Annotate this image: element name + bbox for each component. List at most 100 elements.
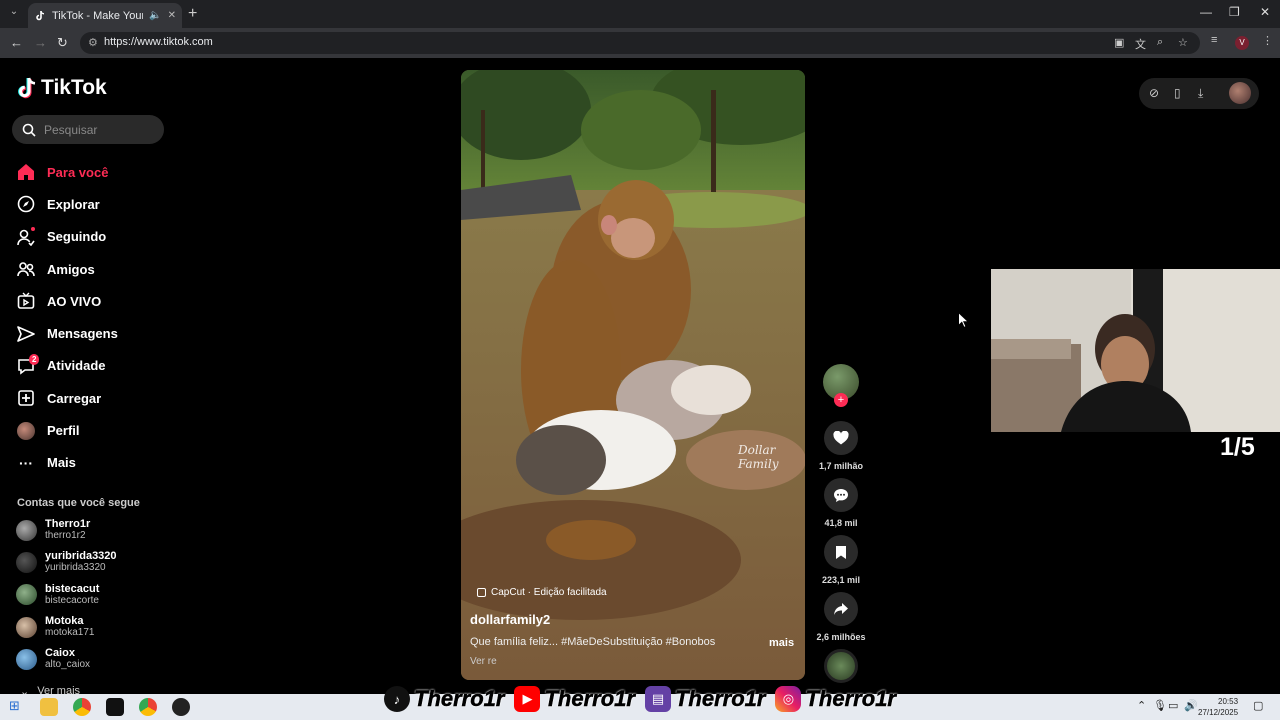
tiktok-social-icon: ♪	[384, 686, 410, 712]
search-box[interactable]	[12, 115, 164, 144]
download-icon[interactable]: ⤓	[1198, 86, 1203, 101]
share-button[interactable]	[824, 592, 858, 626]
following-section-title: Contas que você segue	[17, 497, 140, 509]
avatar	[16, 584, 37, 606]
social-name: Therro1r	[544, 686, 635, 712]
follow-handle: bistecacorte	[45, 594, 99, 606]
zoom-icon[interactable]: ⌕	[1157, 36, 1163, 49]
tab-close-icon[interactable]: ✕	[168, 10, 176, 21]
profile-avatar-icon[interactable]: V	[1235, 36, 1249, 50]
list-item[interactable]: bistecacut bistecacorte	[16, 579, 166, 611]
follow-text: bistecacut bistecacorte	[45, 583, 99, 607]
clock-date: 27/12/2025	[1198, 708, 1239, 717]
forward-icon[interactable]: →	[34, 35, 47, 50]
tab-audio-icon[interactable]: 🔈	[149, 10, 161, 21]
sidebar-item-seguindo[interactable]: Seguindo	[17, 221, 167, 253]
sidebar-item-ao-vivo[interactable]: AO VIVO	[17, 285, 167, 317]
tiktok-app-icon[interactable]	[106, 698, 124, 716]
clock-time: 20:53	[1218, 697, 1239, 706]
avatar	[16, 648, 37, 670]
send-icon	[17, 325, 35, 343]
reload-icon[interactable]: ↻	[57, 35, 68, 51]
browser-toolbar: ← → ↻ ⚙ https://www.tiktok.com ▣ 文 ⌕ ☆ ≡…	[0, 28, 1280, 58]
follow-handle: alto_caiox	[45, 659, 91, 671]
save-count: 223,1 mil	[821, 575, 861, 585]
search-icon	[22, 123, 36, 137]
music-disc-avatar[interactable]	[824, 649, 858, 683]
windows-start-icon[interactable]: ⊞	[9, 698, 27, 716]
address-bar[interactable]: ⚙ https://www.tiktok.com ▣ 文 ⌕ ☆	[80, 32, 1200, 54]
sidebar-item-explorar[interactable]: Explorar	[17, 188, 167, 220]
sidebar-item-perfil[interactable]: Perfil	[17, 414, 167, 446]
live-tv-icon	[17, 292, 35, 310]
list-item[interactable]: yuribrida3320 yuribrida3320	[16, 546, 166, 578]
more-icon: ···	[19, 454, 33, 471]
mobile-app-icon[interactable]: ▯	[1174, 86, 1181, 100]
notification-icon[interactable]: ▢	[1253, 699, 1263, 712]
description-more-link[interactable]: mais	[769, 637, 794, 649]
site-info-icon[interactable]: ⚙	[88, 36, 98, 49]
video-watermark: Dollar Family	[738, 443, 779, 471]
restore-icon[interactable]: ❐	[1229, 5, 1240, 19]
see-translation-link[interactable]: Ver re	[470, 656, 497, 667]
back-icon[interactable]: ←	[10, 35, 23, 50]
like-button[interactable]	[824, 421, 858, 455]
taskbar-clock[interactable]: 20:53 27/12/2025	[1198, 696, 1238, 718]
video-author[interactable]: dollarfamily2	[470, 612, 550, 627]
bookmark-star-icon[interactable]: ☆	[1178, 36, 1188, 49]
sidebar-item-amigos[interactable]: Amigos	[17, 253, 167, 285]
comment-count: 41,8 mil	[824, 518, 858, 528]
sidebar-item-label: Seguindo	[47, 229, 107, 245]
capcut-tag[interactable]: CapCut · Edição facilitada	[477, 587, 607, 598]
avatar	[16, 551, 37, 573]
list-item[interactable]: Therro1r therro1r2	[16, 514, 166, 546]
avatar[interactable]	[1229, 82, 1251, 104]
new-tab-button[interactable]: +	[188, 5, 197, 23]
browser-tab[interactable]: TikTok - Make Your Day 🔈 ✕	[28, 3, 182, 28]
minimize-icon[interactable]: —	[1200, 5, 1212, 19]
url-text[interactable]: https://www.tiktok.com	[104, 36, 213, 48]
cast-icon[interactable]: ▣	[1114, 36, 1124, 49]
file-explorer-icon[interactable]	[40, 698, 58, 716]
instagram-icon: ◎	[775, 686, 802, 712]
follow-name: yuribrida3320	[45, 550, 117, 563]
tab-list-chevron-icon[interactable]: ⌄	[6, 6, 22, 22]
sidebar-item-para-voce[interactable]: Para você	[17, 156, 167, 188]
tiktok-favicon-icon	[36, 10, 45, 20]
logo-text: TikTok	[41, 76, 107, 99]
network-icon[interactable]: ▭	[1168, 699, 1178, 712]
sidebar-item-label: AO VIVO	[47, 293, 102, 309]
list-item[interactable]: Motoka motoka171	[16, 611, 166, 643]
media-control-icon[interactable]: ≡	[1211, 34, 1217, 46]
tiktok-logo[interactable]: TikTok	[17, 76, 107, 100]
tray-chevron-icon[interactable]: ⌃	[1137, 699, 1146, 712]
chrome-active-icon[interactable]	[139, 698, 157, 716]
save-button[interactable]	[824, 535, 858, 569]
translate-icon[interactable]: 文	[1135, 36, 1146, 52]
chrome-icon[interactable]	[73, 698, 91, 716]
avatar	[16, 616, 37, 638]
sidebar-item-mais[interactable]: ··· Mais	[17, 447, 167, 479]
sidebar-item-mensagens[interactable]: Mensagens	[17, 317, 167, 349]
coins-icon[interactable]: ⊘	[1149, 86, 1159, 100]
comment-button[interactable]	[824, 478, 858, 512]
bookmark-icon	[836, 545, 846, 559]
close-window-icon[interactable]: ✕	[1260, 5, 1270, 19]
comment-icon	[834, 488, 848, 502]
sidebar-item-atividade[interactable]: 2 Atividade	[17, 350, 167, 382]
capcut-label: CapCut · Edição facilitada	[491, 587, 607, 598]
obs-icon[interactable]	[172, 698, 190, 716]
follow-plus-icon[interactable]: +	[834, 393, 848, 407]
browser-menu-icon[interactable]: ⋮	[1262, 34, 1273, 47]
avatar	[16, 519, 37, 541]
webcam-image	[991, 269, 1280, 432]
top-tools: ⊘ ▯ ⤓	[1139, 78, 1259, 109]
sidebar-item-carregar[interactable]: Carregar	[17, 382, 167, 414]
list-item[interactable]: Caiox alto_caiox	[16, 643, 166, 675]
search-input[interactable]	[44, 122, 154, 137]
compass-icon	[17, 195, 35, 213]
volume-icon[interactable]: 🔊	[1184, 699, 1198, 712]
sidebar-item-label: Carregar	[47, 390, 102, 406]
sidebar-nav: Para você Explorar Seguindo Amigos AO VI…	[17, 156, 167, 479]
mic-icon[interactable]: 🎙	[1153, 699, 1167, 712]
